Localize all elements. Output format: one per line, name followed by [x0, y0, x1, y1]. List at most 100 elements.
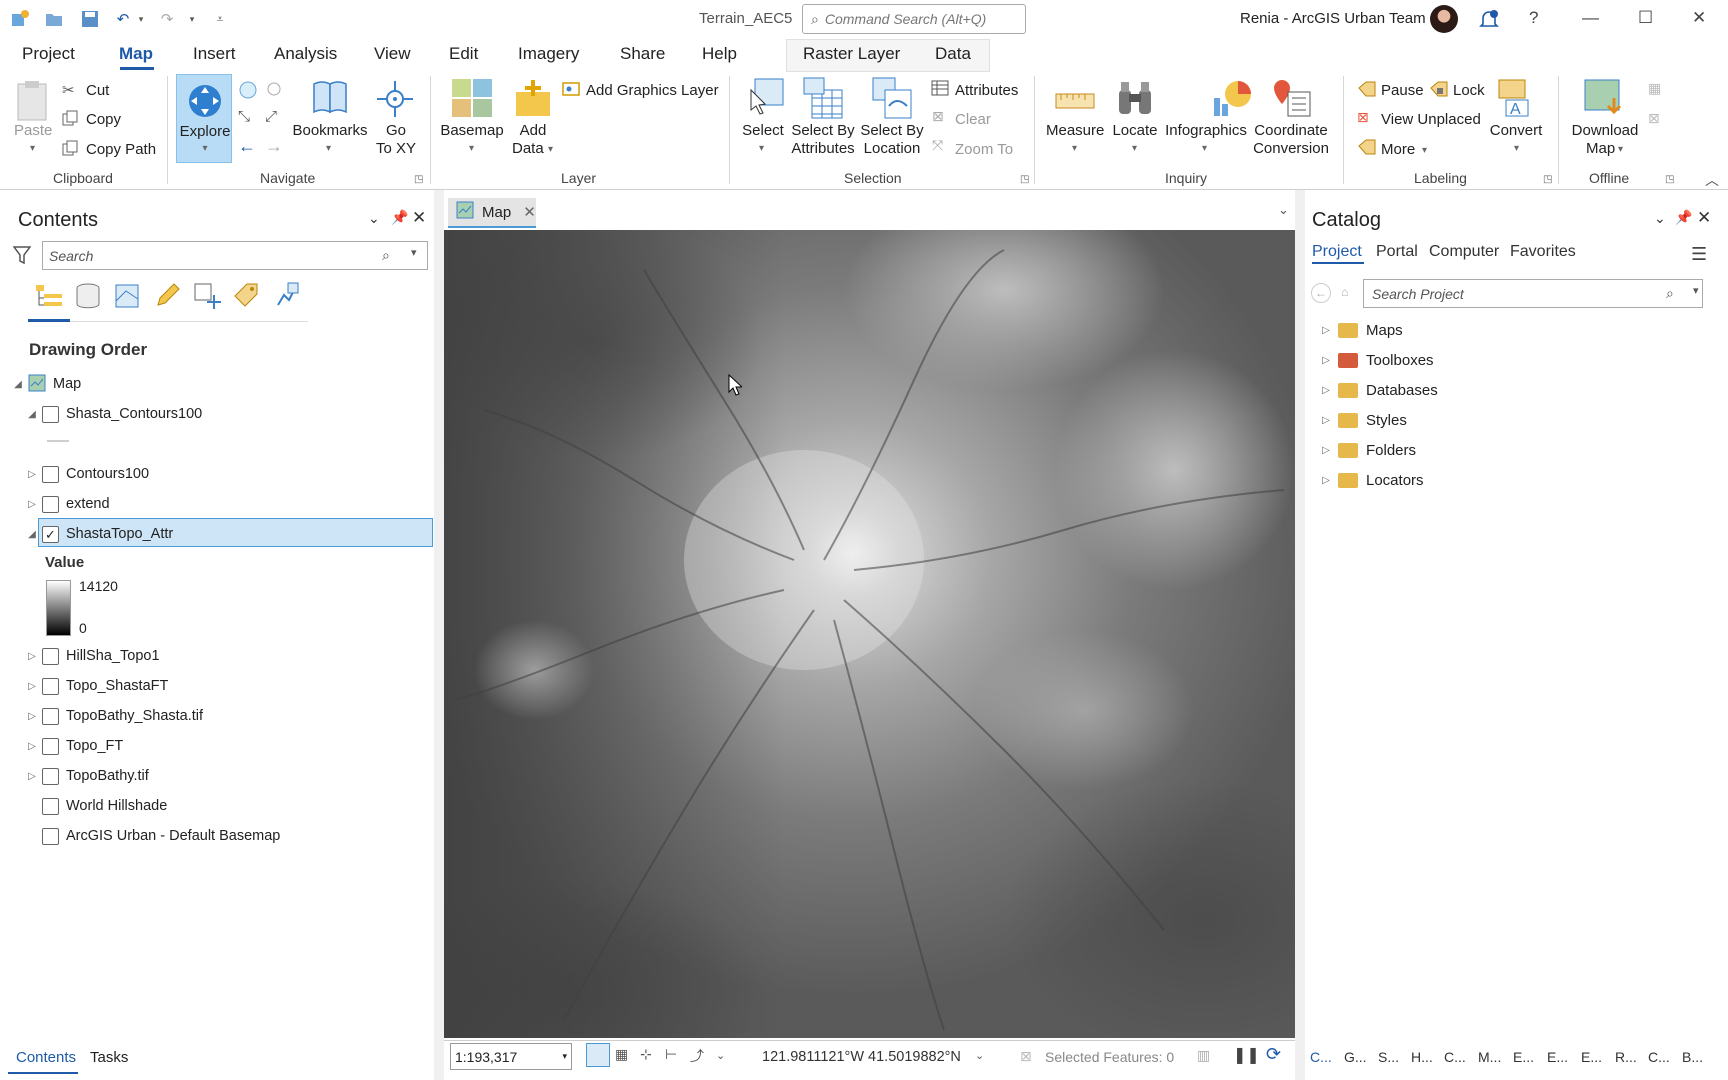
fixed-zoom-toggle-icon[interactable]	[586, 1043, 610, 1067]
filter-icon[interactable]	[12, 245, 32, 268]
close-pane-icon[interactable]: ✕	[1697, 208, 1711, 228]
locate-dropdown-icon[interactable]: ▾	[1132, 143, 1137, 154]
expand-icon[interactable]: ▷	[1320, 325, 1332, 336]
grid-icon[interactable]: ▦	[615, 1046, 628, 1063]
tab-raster-layer[interactable]: Raster Layer	[803, 44, 900, 64]
select-button[interactable]: Select	[740, 122, 786, 139]
layer-row[interactable]: ▷ HillSha_Topo1	[26, 642, 160, 670]
layer-visibility-checkbox[interactable]	[42, 767, 59, 785]
labeling-launcher-icon[interactable]: ◳	[1543, 174, 1552, 185]
close-map-tab-icon[interactable]: ✕	[523, 203, 536, 221]
layer-visibility-checkbox-checked[interactable]: ✓	[42, 525, 59, 543]
measure-dropdown-icon[interactable]: ▾	[1072, 143, 1077, 154]
undo-icon[interactable]: ↶	[113, 9, 133, 29]
pane-splitter[interactable]	[434, 190, 444, 1080]
selected-features-count[interactable]: Selected Features: 0	[1045, 1049, 1174, 1065]
expand-icon[interactable]: ▷	[26, 711, 38, 722]
layer-visibility-checkbox[interactable]	[42, 465, 59, 483]
select-by-attributes-line2[interactable]: Attributes	[788, 140, 858, 157]
basemap-dropdown-icon[interactable]: ▾	[469, 143, 474, 154]
add-graphics-layer-button[interactable]: Add Graphics Layer	[586, 82, 719, 99]
layer-row[interactable]: ArcGIS Urban - Default Basemap	[26, 822, 280, 850]
bottom-tab-catalog[interactable]: C...	[1310, 1049, 1332, 1065]
tab-map[interactable]: Map	[119, 44, 153, 64]
measure-button[interactable]: Measure	[1046, 122, 1104, 139]
user-name[interactable]: Renia - ArcGIS Urban Team	[1240, 10, 1426, 27]
paste-dropdown-icon[interactable]: ▾	[30, 143, 35, 154]
coordinate-format-dropdown-icon[interactable]: ⌄	[975, 1049, 984, 1062]
constraint-icon[interactable]: ⊢	[665, 1046, 677, 1063]
scale-selector[interactable]: 1:193,317 ▾	[450, 1043, 572, 1070]
tab-analysis[interactable]: Analysis	[274, 44, 337, 64]
expand-icon[interactable]: ▷	[1320, 385, 1332, 396]
select-by-location-line1[interactable]: Select By	[857, 122, 927, 139]
tab-help[interactable]: Help	[702, 44, 737, 64]
customize-toolbar-icon[interactable]: ⩡	[210, 9, 230, 29]
view-unplaced-button[interactable]: View Unplaced	[1381, 111, 1481, 128]
locate-button[interactable]: Locate	[1106, 122, 1164, 139]
layer-row[interactable]: World Hillshade	[26, 792, 167, 820]
bookmarks-button[interactable]: Bookmarks	[290, 122, 370, 139]
views-dropdown-icon[interactable]: ⌄	[1278, 202, 1289, 218]
go-to-xy-line1[interactable]: Go	[370, 122, 422, 139]
paste-button[interactable]: Paste	[14, 122, 52, 139]
north-arrow-icon[interactable]: ⤴	[690, 1046, 704, 1066]
tab-edit[interactable]: Edit	[449, 44, 478, 64]
expand-icon[interactable]: ▷	[26, 499, 38, 510]
zoom-out-fixed-icon[interactable]: ⤢	[265, 108, 277, 125]
back-icon[interactable]: ←	[1311, 283, 1331, 303]
refresh-ui-icon[interactable]: ▥	[1197, 1047, 1210, 1064]
collapse-icon[interactable]: ◢	[12, 379, 24, 390]
convert-labels-button[interactable]: Convert	[1484, 122, 1548, 139]
menu-icon[interactable]: ☰	[1691, 244, 1707, 265]
tab-project[interactable]: Project	[22, 44, 75, 64]
tab-share[interactable]: Share	[620, 44, 665, 64]
layer-row[interactable]: ▷ Contours100	[26, 460, 149, 488]
bottom-tab[interactable]: S...	[1378, 1049, 1399, 1065]
collapse-ribbon-icon[interactable]: ︿	[1705, 170, 1719, 190]
navigate-launcher-icon[interactable]: ◳	[414, 174, 423, 185]
copy-button[interactable]: Copy	[86, 111, 121, 128]
zoom-in-fixed-icon[interactable]: ⤡	[238, 108, 250, 125]
more-dropdown-icon[interactable]: ▾	[1422, 145, 1427, 156]
catalog-item-toolboxes[interactable]: ▷ Toolboxes	[1320, 347, 1433, 373]
bottom-tab[interactable]: B...	[1682, 1049, 1703, 1065]
layer-row[interactable]: ▷ Topo_ShastaFT	[26, 672, 168, 700]
pane-options-icon[interactable]: ⌄	[368, 210, 380, 227]
explore-button[interactable]: Explore ▾	[176, 74, 232, 163]
redo-icon[interactable]: ↷	[157, 9, 177, 29]
select-by-attributes-line1[interactable]: Select By	[788, 122, 858, 139]
pin-icon[interactable]: 📌	[391, 209, 408, 226]
contents-search-input[interactable]: Search	[42, 241, 428, 270]
layer-visibility-checkbox[interactable]	[42, 405, 59, 423]
tab-data[interactable]: Data	[935, 44, 971, 64]
bottom-tab[interactable]: G...	[1344, 1049, 1367, 1065]
clear-selection-button[interactable]: Clear	[955, 111, 991, 128]
select-dropdown-icon[interactable]: ▾	[759, 143, 764, 154]
notification-icon[interactable]	[1478, 8, 1500, 33]
infographics-button[interactable]: Infographics	[1162, 122, 1250, 139]
list-by-labeling-icon[interactable]	[232, 281, 262, 311]
avatar[interactable]	[1430, 5, 1458, 33]
pin-icon[interactable]: 📌	[1675, 209, 1692, 226]
layer-row[interactable]: ▷ Topo_FT	[26, 732, 123, 760]
search-icon[interactable]: ⌕	[382, 247, 390, 264]
list-by-drawing-order-icon[interactable]	[34, 281, 64, 311]
selection-launcher-icon[interactable]: ◳	[1020, 174, 1029, 185]
bottom-tab[interactable]: E...	[1547, 1049, 1568, 1065]
search-options-dropdown-icon[interactable]: ▾	[1693, 284, 1699, 297]
go-to-xy-line2[interactable]: To XY	[370, 140, 422, 157]
sync-icon[interactable]: ▦	[1648, 80, 1661, 97]
download-map-line1[interactable]: Download	[1566, 122, 1644, 139]
layer-visibility-checkbox[interactable]	[42, 647, 59, 665]
expand-icon[interactable]: ▷	[1320, 355, 1332, 366]
tab-imagery[interactable]: Imagery	[518, 44, 579, 64]
lock-labeling-button[interactable]: Lock	[1453, 82, 1485, 99]
bottom-tab[interactable]: R...	[1615, 1049, 1637, 1065]
layer-row[interactable]: ▷ TopoBathy.tif	[26, 762, 149, 790]
layer-row[interactable]: ◢ Shasta_Contours100	[26, 400, 202, 428]
collapse-icon[interactable]: ◢	[26, 409, 38, 420]
copy-path-button[interactable]: Copy Path	[86, 141, 156, 158]
pane-options-icon[interactable]: ⌄	[1654, 210, 1666, 227]
map-view-tab[interactable]: Map ✕	[448, 198, 536, 228]
